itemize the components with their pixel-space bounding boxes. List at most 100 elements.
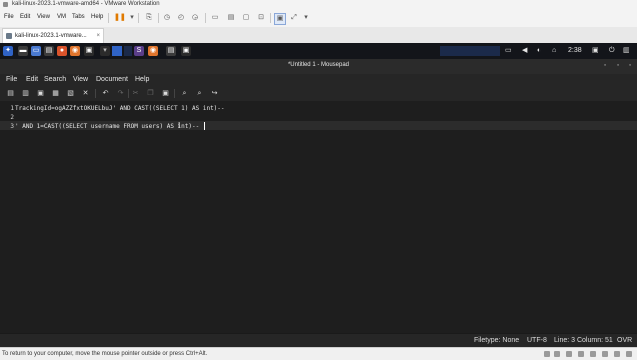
printer-icon[interactable] xyxy=(614,351,620,357)
menu-view[interactable]: View xyxy=(73,76,88,83)
snapshot-manager-icon[interactable]: ◶ xyxy=(190,13,200,23)
speaker-icon[interactable]: ◀ xyxy=(522,46,527,56)
find-replace-icon[interactable]: ⌕ xyxy=(195,89,204,98)
mousepad-menubar: File Edit Search View Document Help xyxy=(0,74,637,86)
vmware-window-title: kali-linux-2023.1-vmware-amd64 - VMware … xyxy=(12,1,160,7)
cpu-graph xyxy=(440,46,500,56)
menu-search[interactable]: Search xyxy=(44,76,66,83)
logout-icon[interactable]: ⏻ xyxy=(609,46,615,56)
vmware-menu-file[interactable]: File xyxy=(4,14,14,20)
text-editor-icon[interactable]: ▤ xyxy=(44,46,54,56)
paste-icon[interactable]: ▣ xyxy=(161,89,170,98)
search-icon[interactable]: ⌕ xyxy=(180,89,189,98)
vmware-hint-bar: To return to your computer, move the mou… xyxy=(0,347,637,360)
new-window-icon[interactable]: ▥ xyxy=(21,89,30,98)
menu-document[interactable]: Document xyxy=(96,76,128,83)
network-adapter-icon[interactable] xyxy=(566,351,572,357)
app-icon-s[interactable]: S xyxy=(134,46,144,56)
sound-icon[interactable] xyxy=(590,351,596,357)
mousepad-window-title: *Untitled 1 - Mousepad xyxy=(287,62,350,68)
cd-drive-icon[interactable] xyxy=(554,351,560,357)
terminal-window-icon[interactable]: ▣ xyxy=(181,46,191,56)
thumbnail-bar-icon[interactable]: ▤ xyxy=(226,13,236,23)
stretch-icon[interactable]: ⤢ xyxy=(289,13,299,23)
lock-icon[interactable]: ▣ xyxy=(592,46,599,56)
workspace-1[interactable] xyxy=(112,46,122,56)
toolbar-separator xyxy=(138,13,139,23)
terminal-icon[interactable]: ▬ xyxy=(18,46,28,56)
line-number: 2 xyxy=(10,114,14,121)
line-number: 1 xyxy=(10,105,14,112)
mousepad-toolbar: ▤ ▥ ▣ ▦ ▧ ✕ ↶ ↷ ✂ ❐ ▣ ⌕ ⌕ ↪ xyxy=(0,86,637,102)
vmware-menu-view[interactable]: View xyxy=(37,14,50,20)
panel-clock[interactable]: 2:38 xyxy=(568,46,582,56)
display-icon[interactable]: ▭ xyxy=(505,46,512,56)
full-screen-icon[interactable]: ▢ xyxy=(241,13,251,23)
encoding-status[interactable]: UTF-8 xyxy=(527,337,547,344)
console-view-icon[interactable]: ▣ xyxy=(274,13,286,25)
close-tab-icon[interactable]: × xyxy=(96,29,100,43)
unity-icon[interactable]: ⊡ xyxy=(256,13,266,23)
minimize-icon[interactable]: ◦ xyxy=(601,62,609,70)
dropdown-arrow-icon[interactable]: ▾ xyxy=(301,13,311,23)
close-icon[interactable]: ◦ xyxy=(626,62,634,70)
toolbar-separator xyxy=(128,89,129,98)
line-number: 3 xyxy=(10,123,14,130)
toolbar-separator xyxy=(270,13,271,23)
toolbar-separator xyxy=(158,13,159,23)
menu-edit[interactable]: Edit xyxy=(26,76,38,83)
ibeam-cursor-icon: I xyxy=(178,121,181,130)
display-device-icon[interactable] xyxy=(602,351,608,357)
text-caret xyxy=(204,122,205,130)
vmware-menu-tabs[interactable]: Tabs xyxy=(72,14,85,20)
redo-icon[interactable]: ↷ xyxy=(116,89,125,98)
vmware-menu-edit[interactable]: Edit xyxy=(20,14,30,20)
cut-icon[interactable]: ✂ xyxy=(131,89,140,98)
message-log-icon[interactable] xyxy=(626,351,632,357)
revert-snapshot-icon[interactable]: ◴ xyxy=(176,13,186,23)
menu-help[interactable]: Help xyxy=(135,76,149,83)
text-editor-area[interactable]: 1 TrackingId=ogAZZfxtOKUELbuJ' AND CAST(… xyxy=(0,101,637,333)
mousepad-window-icon[interactable]: ▤ xyxy=(166,46,176,56)
vmware-menu-help[interactable]: Help xyxy=(91,14,103,20)
hard-disk-icon[interactable] xyxy=(544,351,550,357)
save-as-icon[interactable]: ▧ xyxy=(66,89,75,98)
firefox-icon[interactable]: ◉ xyxy=(70,46,80,56)
cursor-position-status: Line: 3 Column: 51 xyxy=(554,337,613,344)
editor-line[interactable]: TrackingId=ogAZZfxtOKUELbuJ' AND CAST((S… xyxy=(15,104,225,113)
new-document-icon[interactable]: ▤ xyxy=(6,89,15,98)
go-to-line-icon[interactable]: ↪ xyxy=(210,89,219,98)
open-file-icon[interactable]: ▣ xyxy=(36,89,45,98)
show-library-icon[interactable]: ▭ xyxy=(210,13,220,23)
toolbar-separator xyxy=(95,89,96,98)
menu-file[interactable]: File xyxy=(6,76,17,83)
filetype-status[interactable]: Filetype: None xyxy=(474,337,519,344)
vmware-tabstrip: kali-linux-2023.1-vmware... × xyxy=(0,27,637,44)
workspace-2[interactable] xyxy=(124,46,132,56)
send-ctrl-alt-del-icon[interactable]: ⎘ xyxy=(144,13,154,23)
network-icon[interactable]: ⌂ xyxy=(552,46,556,56)
pause-icon[interactable]: ❚❚ xyxy=(114,13,126,23)
editor-line[interactable]: ' AND 1=CAST((SELECT username FROM users… xyxy=(15,122,199,131)
terminal-2-icon[interactable]: ▣ xyxy=(84,46,94,56)
notification-icon[interactable]: ◐ xyxy=(537,46,541,56)
snapshot-icon[interactable]: ◷ xyxy=(162,13,172,23)
maximize-icon[interactable]: ◦ xyxy=(614,62,622,70)
kali-panel: ✦ ▬ ▭ ▤ ● ◉ ▣ ▾ S ◉ ▤ ▣ ▭ ◀ ◐ ⌂ 2:38 ▣ ⏻… xyxy=(0,43,637,59)
vmware-menu-vm[interactable]: VM xyxy=(57,14,66,20)
vm-tab[interactable]: kali-linux-2023.1-vmware... × xyxy=(2,28,104,44)
chevron-down-icon[interactable]: ▾ xyxy=(100,46,110,56)
vmware-app-icon xyxy=(3,2,8,7)
vmware-hint-text: To return to your computer, move the mou… xyxy=(2,351,208,357)
workspace-indicator-icon[interactable]: ▥ xyxy=(623,46,630,56)
files-icon[interactable]: ▭ xyxy=(31,46,41,56)
dropdown-arrow-icon[interactable]: ▾ xyxy=(127,13,137,23)
kali-menu-icon[interactable]: ✦ xyxy=(3,46,13,56)
usb-icon[interactable] xyxy=(578,351,584,357)
close-document-icon[interactable]: ✕ xyxy=(81,89,90,98)
browser-icon[interactable]: ● xyxy=(57,46,67,56)
firefox-window-icon[interactable]: ◉ xyxy=(148,46,158,56)
save-icon[interactable]: ▦ xyxy=(51,89,60,98)
undo-icon[interactable]: ↶ xyxy=(101,89,110,98)
copy-icon[interactable]: ❐ xyxy=(146,89,155,98)
